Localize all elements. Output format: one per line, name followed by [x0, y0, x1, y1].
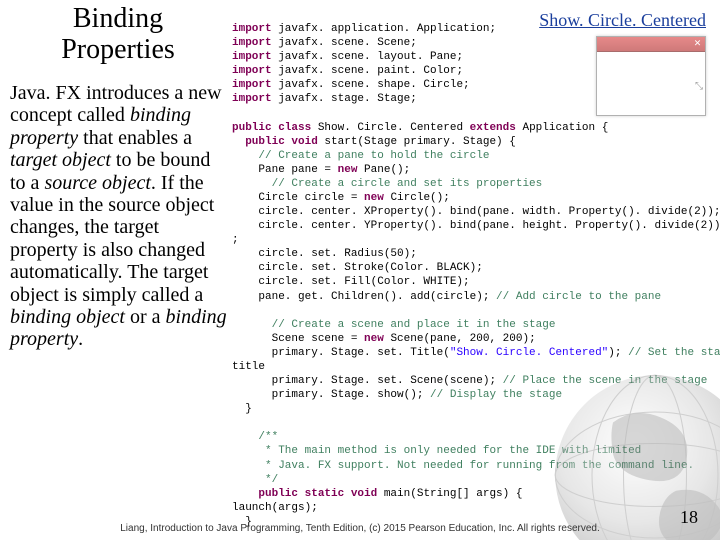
body-paragraph: Java. FX introduces a new concept called… — [10, 82, 230, 351]
code-line: javafx. scene. Scene; — [272, 37, 417, 49]
body-text-5: or a — [125, 306, 166, 328]
code-line: Circle circle = — [232, 192, 364, 204]
kw-import: import — [232, 93, 272, 105]
code-listing: import javafx. application. Application;… — [232, 8, 710, 540]
kw-new: new — [364, 333, 384, 345]
code-line: Pane(); — [357, 164, 410, 176]
code-line: circle. set. Fill(Color. WHITE); — [232, 276, 470, 288]
code-comment: // Display the stage — [430, 389, 562, 401]
code-line: main(String[] args) { — [377, 488, 522, 500]
kw-new: new — [338, 164, 358, 176]
code-comment: * The main method is only needed for the… — [232, 445, 641, 457]
code-line: Scene scene = — [232, 333, 364, 345]
title-line-2: Properties — [61, 34, 175, 65]
code-comment: */ — [232, 474, 278, 486]
code-comment: /** — [232, 431, 278, 443]
term-source-object: source object — [44, 172, 150, 194]
code-line: javafx. scene. paint. Color; — [272, 65, 463, 77]
code-line: Pane pane = — [232, 164, 338, 176]
code-line: javafx. scene. shape. Circle; — [272, 79, 470, 91]
kw-public-static-void: public static void — [232, 488, 377, 500]
kw-extends: extends — [470, 122, 516, 134]
page-number: 18 — [680, 507, 698, 528]
code-comment: // Set the stage — [628, 347, 720, 359]
body-text-6: . — [78, 328, 83, 350]
code-line: pane. get. Children(). add(circle); — [232, 291, 496, 303]
code-line: circle. set. Radius(50); — [232, 248, 417, 260]
kw-import: import — [232, 65, 272, 77]
code-line: title — [232, 361, 265, 373]
kw-public-class: public class — [232, 122, 311, 134]
code-line: Show. Circle. Centered — [311, 122, 469, 134]
code-string: "Show. Circle. Centered" — [450, 347, 608, 359]
code-comment: // Create a scene and place it in the st… — [232, 319, 555, 331]
term-binding-object: binding object — [10, 306, 125, 328]
code-comment: * Java. FX support. Not needed for runni… — [232, 460, 694, 472]
code-line: circle. set. Stroke(Color. BLACK); — [232, 262, 483, 274]
code-line: circle. center. YProperty(). bind(pane. … — [232, 220, 720, 232]
code-line: Application { — [516, 122, 608, 134]
code-line: primary. Stage. set. Title( — [232, 347, 450, 359]
kw-import: import — [232, 51, 272, 63]
body-text-2: that enables a — [78, 127, 192, 149]
code-line: ); — [608, 347, 628, 359]
code-line: primary. Stage. show(); — [232, 389, 430, 401]
code-line: circle. center. XProperty(). bind(pane. … — [232, 206, 720, 218]
kw-import: import — [232, 23, 272, 35]
title-line-1: Binding — [73, 3, 163, 34]
kw-new: new — [364, 192, 384, 204]
code-line: primary. Stage. set. Scene(scene); — [232, 375, 503, 387]
term-target-object: target object — [10, 149, 111, 171]
code-line: Scene(pane, 200, 200); — [384, 333, 536, 345]
code-comment: // Add circle to the pane — [496, 291, 661, 303]
footer-copyright: Liang, Introduction to Java Programming,… — [0, 523, 720, 534]
code-comment: // Create a pane to hold the circle — [232, 150, 489, 162]
code-line: ; — [232, 234, 239, 246]
code-line: javafx. scene. layout. Pane; — [272, 51, 463, 63]
kw-public-void: public void — [232, 136, 318, 148]
kw-import: import — [232, 79, 272, 91]
kw-import: import — [232, 37, 272, 49]
code-line: launch(args); — [232, 502, 318, 514]
code-line: javafx. stage. Stage; — [272, 93, 417, 105]
code-comment: // Place the scene in the stage — [503, 375, 708, 387]
code-comment: // Create a circle and set its propertie… — [232, 178, 542, 190]
code-line: } — [232, 403, 252, 415]
slide: Binding Properties Show. Circle. Centere… — [0, 0, 720, 540]
code-line: javafx. application. Application; — [272, 23, 496, 35]
slide-title: Binding Properties — [18, 4, 218, 66]
code-line: Circle(); — [384, 192, 450, 204]
code-line: start(Stage primary. Stage) { — [318, 136, 516, 148]
